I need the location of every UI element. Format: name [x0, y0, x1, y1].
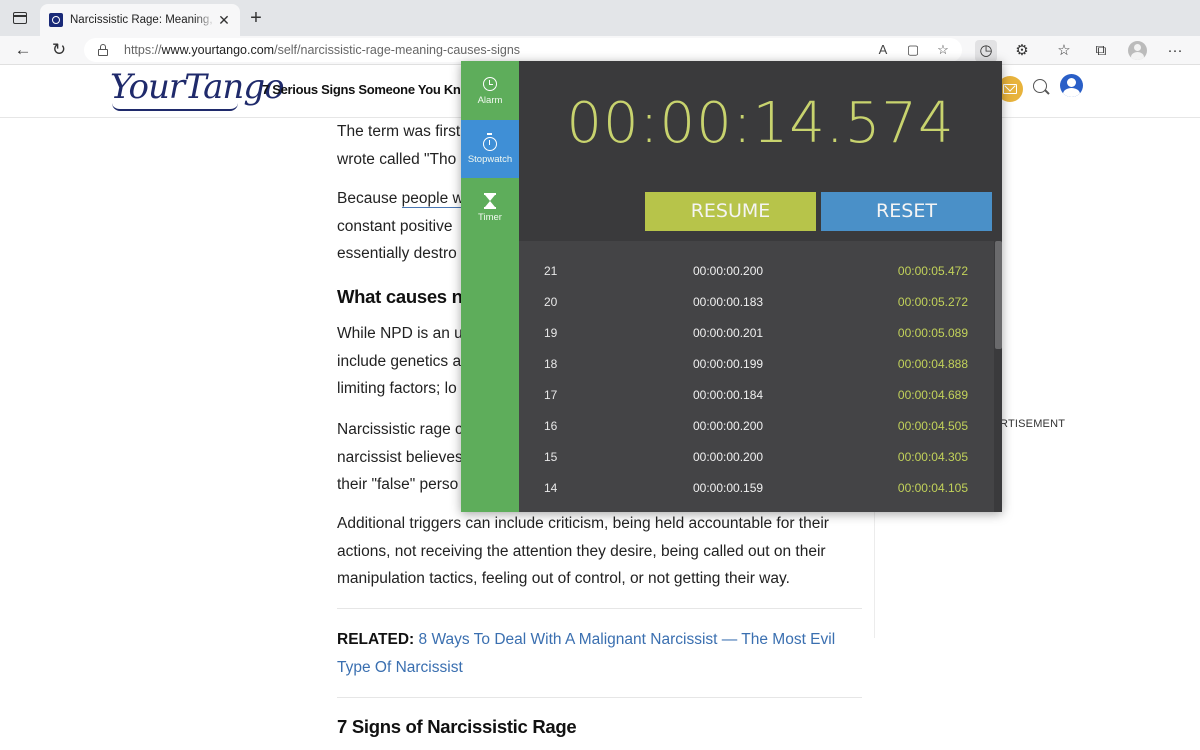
reload-button[interactable]: ↻: [48, 39, 70, 61]
lap-split-time: 00:00:00.200: [693, 450, 764, 464]
lap-number: 16: [544, 419, 558, 433]
stopwatch-popup: Alarm Stopwatch Timer 00:00:14.574 RESUM…: [461, 61, 1002, 512]
lap-split-time: 00:00:00.201: [693, 326, 764, 340]
resume-button[interactable]: RESUME: [645, 192, 816, 231]
lap-row: 18 00:00:00.199 00:00:04.888: [519, 349, 994, 380]
section-heading: 7 Signs of Narcissistic Rage: [337, 716, 577, 737]
related-label: RELATED:: [337, 631, 415, 648]
hourglass-icon: [484, 193, 496, 209]
stopwatch-extension-icon[interactable]: ◷: [975, 40, 997, 62]
lap-number: 18: [544, 357, 558, 371]
lap-number: 19: [544, 326, 558, 340]
lap-total-time: 00:00:05.089: [897, 326, 968, 340]
stopwatch-display-area: 00:00:14.574 RESUME RESET: [519, 61, 1002, 241]
nav-stopwatch[interactable]: Stopwatch: [461, 120, 525, 178]
more-menu-icon[interactable]: ···: [1164, 40, 1186, 62]
new-tab-button[interactable]: +: [246, 8, 266, 28]
nav-label: Alarm: [477, 95, 503, 106]
divider: [337, 608, 862, 609]
lap-total-time: 00:00:05.272: [897, 295, 968, 309]
favorites-icon[interactable]: ☆: [1053, 40, 1075, 62]
lap-list-scrollbar[interactable]: [994, 241, 1002, 512]
lap-row: 14 00:00:00.159 00:00:04.105: [519, 473, 994, 504]
advertisement-label: RTISEMENT: [1000, 418, 1066, 430]
lap-total-time: 00:00:04.305: [897, 450, 968, 464]
extensions-icon[interactable]: ⚙: [1011, 40, 1033, 62]
site-logo[interactable]: YourTango: [110, 67, 285, 107]
clock-icon: [483, 77, 497, 91]
lap-split-time: 00:00:00.184: [693, 388, 764, 402]
back-button[interactable]: ←: [12, 39, 34, 61]
elapsed-time: 00:00:14.574: [566, 91, 955, 156]
related-link-block: RELATED: 8 Ways To Deal With A Malignant…: [337, 626, 862, 681]
lap-number: 15: [544, 450, 558, 464]
reset-button[interactable]: RESET: [821, 192, 992, 231]
lap-split-time: 00:00:00.159: [693, 481, 764, 495]
lap-total-time: 00:00:04.105: [897, 481, 968, 495]
lap-number: 14: [544, 481, 558, 495]
lap-total-time: 00:00:04.888: [897, 357, 968, 371]
lap-number: 17: [544, 388, 558, 402]
stopwatch-side-nav: Alarm Stopwatch Timer: [461, 61, 525, 512]
user-account-icon[interactable]: [1060, 74, 1083, 97]
lap-split-time: 00:00:00.183: [693, 295, 764, 309]
logo-swoosh: [112, 103, 238, 111]
lap-total-time: 00:00:04.689: [897, 388, 968, 402]
favorite-star-icon[interactable]: ☆: [934, 41, 952, 59]
collections-icon[interactable]: ⧉: [1090, 40, 1112, 62]
site-favicon-icon: [49, 13, 63, 27]
stopwatch-icon: [483, 133, 497, 151]
lock-icon[interactable]: [98, 44, 108, 56]
tab-bar: Narcissistic Rage: Meaning, Causes & Sig…: [0, 0, 1200, 36]
lap-split-time: 00:00:00.200: [693, 264, 764, 278]
lap-row: 20 00:00:00.183 00:00:05.272: [519, 287, 994, 318]
lap-row: 15 00:00:00.200 00:00:04.305: [519, 442, 994, 473]
lap-row: 16 00:00:00.200 00:00:04.505: [519, 411, 994, 442]
lap-total-time: 00:00:04.505: [897, 419, 968, 433]
lap-number: 21: [544, 264, 558, 278]
nav-label: Stopwatch: [467, 154, 513, 165]
header-headline[interactable]: 7 Serious Signs Someone You Know: [262, 82, 478, 97]
address-field[interactable]: https://www.yourtango.com/self/narcissis…: [84, 38, 962, 62]
nav-timer[interactable]: Timer: [461, 178, 519, 236]
tab-close-icon[interactable]: ✕: [216, 12, 232, 28]
paragraph: Additional triggers can include criticis…: [337, 515, 829, 587]
lap-split-time: 00:00:00.199: [693, 357, 764, 371]
immersive-reader-icon[interactable]: ▢: [904, 41, 922, 59]
lap-row: 21 00:00:00.200 00:00:05.472: [519, 256, 994, 287]
lap-number: 20: [544, 295, 558, 309]
read-aloud-icon[interactable]: A: [874, 41, 892, 59]
divider: [337, 697, 862, 698]
inline-link[interactable]: people w: [401, 190, 464, 208]
scrollbar-thumb[interactable]: [995, 241, 1002, 349]
lap-total-time: 00:00:05.472: [897, 264, 968, 278]
tab-title: Narcissistic Rage: Meaning, Causes & Sig…: [70, 14, 216, 26]
search-icon[interactable]: [1033, 79, 1047, 93]
browser-tab[interactable]: Narcissistic Rage: Meaning, Causes & Sig…: [40, 4, 240, 36]
url-text[interactable]: https://www.yourtango.com/self/narcissis…: [124, 43, 520, 57]
lap-row: 17 00:00:00.184 00:00:04.689: [519, 380, 994, 411]
nav-label: Timer: [478, 212, 502, 223]
lap-list[interactable]: 21 00:00:00.200 00:00:05.472 20 00:00:00…: [519, 241, 1002, 512]
tab-actions-icon[interactable]: [10, 8, 30, 28]
nav-alarm[interactable]: Alarm: [461, 61, 519, 119]
lap-row: 19 00:00:00.201 00:00:05.089: [519, 318, 994, 349]
lap-split-time: 00:00:00.200: [693, 419, 764, 433]
section-heading: What causes na: [337, 286, 473, 307]
profile-avatar[interactable]: [1128, 41, 1147, 60]
